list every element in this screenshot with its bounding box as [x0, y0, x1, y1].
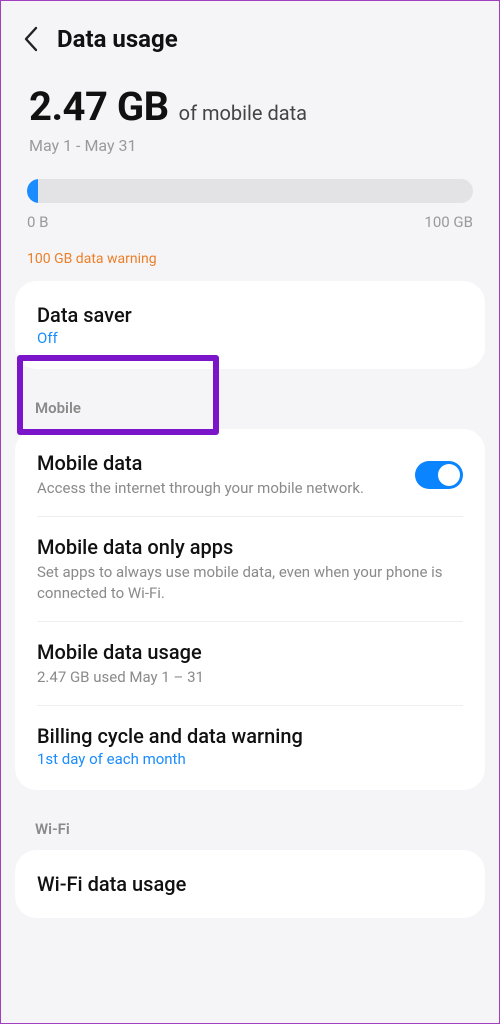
billing-cycle-row[interactable]: Billing cycle and data warning 1st day o… — [37, 706, 463, 786]
data-saver-status: Off — [37, 329, 449, 347]
mobile-data-row[interactable]: Mobile data Access the internet through … — [37, 433, 463, 517]
billing-cycle-title: Billing cycle and data warning — [37, 724, 449, 748]
mobile-data-desc: Access the internet through your mobile … — [37, 478, 401, 498]
usage-bar-fill — [27, 179, 38, 203]
wifi-data-usage-row[interactable]: Wi-Fi data usage — [37, 854, 463, 914]
wifi-section-header: Wi-Fi — [9, 790, 491, 850]
mobile-only-apps-row[interactable]: Mobile data only apps Set apps to always… — [37, 517, 463, 622]
usage-summary: 2.47 GB of mobile data May 1 - May 31 — [9, 75, 491, 155]
usage-date-range: May 1 - May 31 — [29, 136, 471, 155]
mobile-only-apps-title: Mobile data only apps — [37, 535, 449, 559]
data-saver-title: Data saver — [37, 303, 449, 327]
data-saver-row[interactable]: Data saver Off — [37, 285, 463, 365]
mobile-data-toggle[interactable] — [415, 461, 463, 489]
billing-cycle-sub: 1st day of each month — [37, 750, 449, 768]
data-warning-text: 100 GB data warning — [27, 251, 491, 267]
usage-label: of mobile data — [179, 101, 307, 125]
mobile-data-usage-row[interactable]: Mobile data usage 2.47 GB used May 1 – 3… — [37, 622, 463, 706]
mobile-only-apps-desc: Set apps to always use mobile data, even… — [37, 562, 449, 603]
usage-bar — [27, 179, 473, 203]
mobile-data-usage-title: Mobile data usage — [37, 640, 449, 664]
usage-amount: 2.47 GB — [29, 83, 169, 130]
mobile-data-usage-desc: 2.47 GB used May 1 – 31 — [37, 667, 449, 687]
mobile-section-header: Mobile — [9, 369, 491, 429]
page-title: Data usage — [57, 25, 178, 53]
wifi-data-usage-title: Wi-Fi data usage — [37, 872, 449, 896]
back-icon[interactable] — [23, 26, 39, 52]
usage-max-label: 100 GB — [424, 213, 473, 231]
usage-min-label: 0 B — [27, 213, 49, 231]
mobile-data-title: Mobile data — [37, 451, 401, 475]
